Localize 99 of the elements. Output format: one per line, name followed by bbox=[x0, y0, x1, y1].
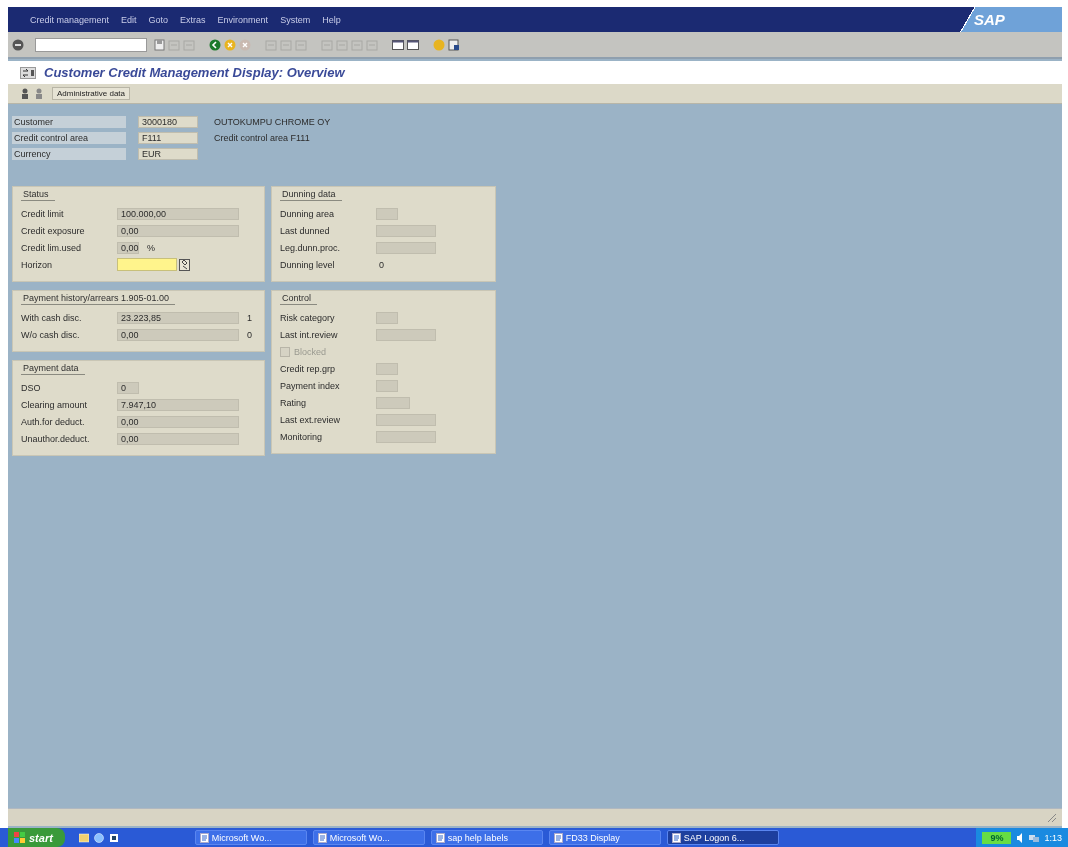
field-label: Last dunned bbox=[280, 225, 331, 236]
value-field: 100.000,00 bbox=[117, 207, 239, 220]
value-field bbox=[376, 430, 436, 443]
dropdown-help-icon[interactable] bbox=[179, 258, 190, 271]
document-icon bbox=[199, 832, 209, 843]
value-field: 3000180 bbox=[138, 116, 198, 128]
windows-flag-icon bbox=[14, 832, 25, 843]
document-icon bbox=[435, 832, 445, 843]
field-label: Credit rep.grp bbox=[280, 363, 337, 374]
input-field[interactable] bbox=[117, 258, 177, 271]
group-title: Payment data bbox=[21, 363, 85, 375]
unit-text: 1 bbox=[247, 312, 253, 323]
menu-item[interactable]: Edit bbox=[121, 14, 137, 25]
field-label: Customer bbox=[12, 116, 126, 128]
field-label: W/o cash disc. bbox=[21, 329, 81, 340]
window-icon[interactable] bbox=[108, 832, 119, 843]
field-label: Clearing amount bbox=[21, 399, 89, 410]
start-button[interactable]: start bbox=[8, 828, 65, 847]
unit-text: % bbox=[147, 242, 156, 253]
taskbar-button[interactable]: sap help labels bbox=[430, 830, 543, 845]
value-field: 7.947,10 bbox=[117, 398, 239, 411]
value-field: 0,00 bbox=[117, 328, 239, 341]
field-label: Monitoring bbox=[280, 431, 324, 442]
document-icon bbox=[553, 832, 563, 843]
command-field[interactable] bbox=[35, 37, 147, 52]
description-text: Credit control area F111 bbox=[214, 133, 310, 143]
field-label: Rating bbox=[280, 397, 307, 408]
taskbar-button[interactable]: FD33 Display bbox=[548, 830, 661, 845]
unit-text: 0 bbox=[247, 329, 253, 340]
save-icon[interactable] bbox=[154, 38, 165, 51]
value-field bbox=[376, 207, 398, 220]
field-label: With cash disc. bbox=[21, 312, 83, 323]
screen-title: Customer Credit Management Display: Overview bbox=[44, 65, 345, 80]
menu-item[interactable]: Extras bbox=[180, 14, 206, 25]
desktop-icon[interactable] bbox=[78, 832, 89, 843]
value-field: 23.223,85 bbox=[117, 311, 239, 324]
value-field: 0,00 bbox=[117, 224, 239, 237]
person-icon[interactable] bbox=[20, 87, 30, 100]
value-field: F111 bbox=[138, 132, 198, 144]
value-field bbox=[376, 362, 398, 375]
layout-icon[interactable] bbox=[448, 38, 460, 51]
field-label: Risk category bbox=[280, 312, 336, 323]
taskbar-button[interactable]: Microsoft Wo... bbox=[312, 830, 425, 845]
value-field: 0,00 bbox=[117, 432, 239, 445]
taskbar-button[interactable]: Microsoft Wo... bbox=[194, 830, 307, 845]
enter-icon[interactable] bbox=[12, 38, 24, 51]
group-title: Dunning data bbox=[280, 189, 342, 201]
value-field: EUR bbox=[138, 148, 198, 160]
field-label: Credit control area bbox=[12, 132, 126, 144]
value-field: 0 bbox=[117, 381, 139, 394]
field-label: Unauthor.deduct. bbox=[21, 433, 91, 444]
field-label: Credit limit bbox=[21, 208, 65, 219]
menu-item[interactable]: Help bbox=[322, 14, 341, 25]
cancel-icon[interactable] bbox=[239, 38, 251, 51]
value-field bbox=[376, 224, 436, 237]
value-field bbox=[376, 241, 436, 254]
new-window-icon[interactable] bbox=[392, 38, 404, 51]
shortcut-icon[interactable] bbox=[407, 38, 419, 51]
value-field bbox=[376, 396, 410, 409]
field-label: Payment index bbox=[280, 380, 341, 391]
browser-icon[interactable] bbox=[93, 832, 104, 843]
group-title: Control bbox=[280, 293, 317, 305]
field-label: DSO bbox=[21, 382, 42, 393]
field-value: 0 bbox=[378, 259, 385, 270]
value-field bbox=[376, 328, 436, 341]
switch-icon[interactable] bbox=[20, 66, 36, 79]
menu-item[interactable]: Goto bbox=[148, 14, 169, 25]
value-field bbox=[376, 379, 398, 392]
field-label: Blocked bbox=[294, 346, 328, 357]
document-icon bbox=[671, 832, 681, 843]
field-label: Auth.for deduct. bbox=[21, 416, 86, 427]
value-field bbox=[376, 413, 436, 426]
field-label: Horizon bbox=[21, 259, 53, 270]
person-icon[interactable] bbox=[34, 87, 44, 100]
clock-text: 1:13 bbox=[1044, 832, 1062, 843]
field-label: Dunning area bbox=[280, 208, 336, 219]
group-title: Payment history/arrears 1.905-01.00 bbox=[21, 293, 176, 305]
field-label: Credit lim.used bbox=[21, 242, 83, 253]
field-label: Credit exposure bbox=[21, 225, 86, 236]
value-field: 0,00 bbox=[117, 241, 139, 254]
administrative-data-button[interactable]: Administrative data bbox=[52, 87, 131, 100]
description-text: OUTOKUMPU CHROME OY bbox=[214, 117, 331, 127]
value-field bbox=[376, 311, 398, 324]
menu-item[interactable]: System bbox=[280, 14, 311, 25]
value-field: 0,00 bbox=[117, 415, 239, 428]
field-label: Leg.dunn.proc. bbox=[280, 242, 342, 253]
field-label: Last ext.review bbox=[280, 414, 342, 425]
resize-grip-icon[interactable] bbox=[1046, 811, 1058, 824]
menu-item[interactable]: Credit management bbox=[30, 14, 110, 25]
group-title: Status bbox=[21, 189, 55, 201]
menu-item[interactable]: Environment bbox=[217, 14, 269, 25]
field-label: Currency bbox=[12, 148, 126, 160]
document-icon bbox=[317, 832, 327, 843]
tray-badge[interactable]: 9% bbox=[982, 831, 1012, 844]
field-label: Last int.review bbox=[280, 329, 339, 340]
field-label: Dunning level bbox=[280, 259, 336, 270]
taskbar-button[interactable]: SAP Logon 6... bbox=[666, 830, 779, 845]
speaker-icon[interactable] bbox=[1016, 832, 1025, 843]
back-icon[interactable] bbox=[209, 38, 221, 51]
